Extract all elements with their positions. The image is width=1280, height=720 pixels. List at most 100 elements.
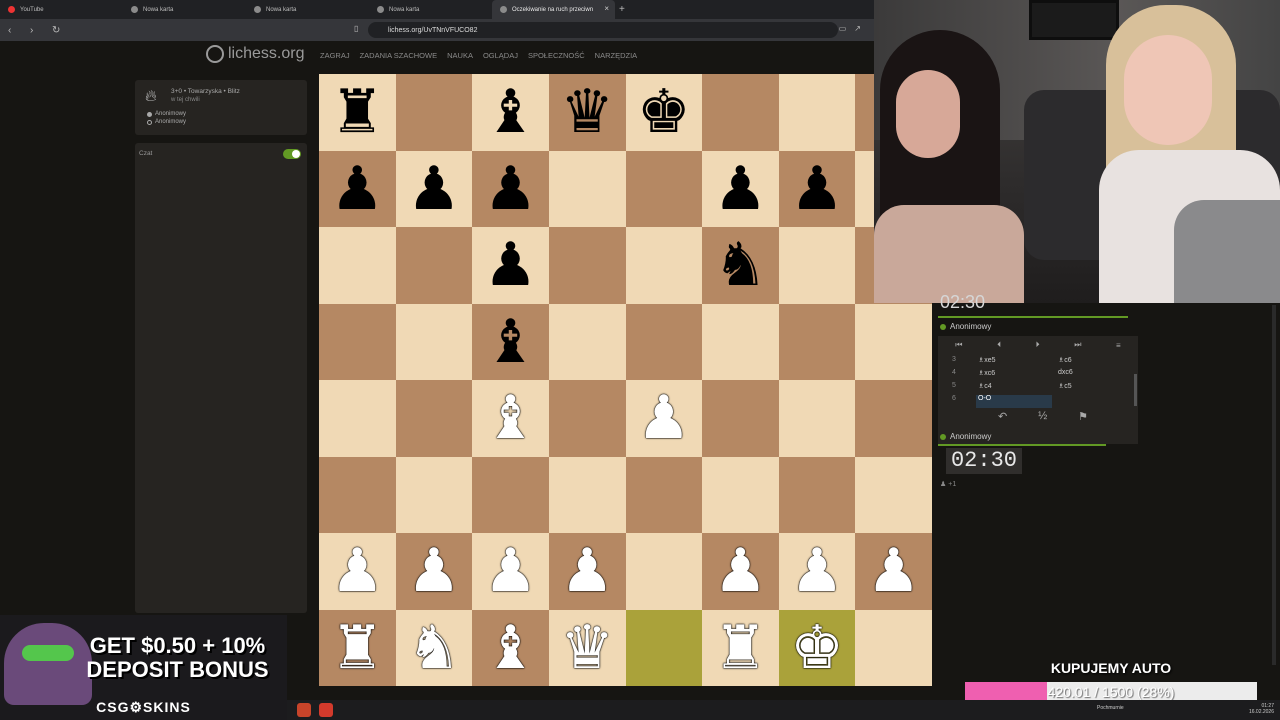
board-square[interactable]: ♝︎ — [472, 380, 549, 457]
board-square[interactable] — [855, 380, 932, 457]
white-pawn-piece[interactable]: ♟︎ — [714, 541, 768, 601]
board-square[interactable]: ♚︎ — [625, 74, 703, 151]
player-white[interactable]: Anonimowy — [147, 111, 186, 117]
board-square[interactable] — [319, 227, 396, 304]
black-pawn-piece[interactable]: ♟︎ — [330, 159, 384, 219]
board-square[interactable] — [625, 150, 703, 227]
board-square[interactable] — [625, 303, 703, 380]
board-square[interactable] — [702, 456, 779, 533]
board-square[interactable] — [395, 456, 473, 533]
prev-move-icon[interactable]: ⏴ — [997, 340, 1001, 350]
board-square[interactable] — [855, 456, 932, 533]
board-square[interactable] — [625, 227, 703, 304]
board-square[interactable] — [778, 303, 856, 380]
board-square[interactable]: ♟︎ — [395, 150, 473, 227]
white-pawn-piece[interactable]: ♟︎ — [637, 388, 691, 448]
board-square[interactable]: ♟︎ — [472, 227, 549, 304]
back-icon[interactable]: ‹ — [8, 25, 22, 36]
menu-play[interactable]: ZAGRAJ — [320, 51, 350, 60]
board-square[interactable]: ♟︎ — [319, 533, 396, 610]
board-square[interactable] — [625, 609, 703, 686]
black-pawn-piece[interactable]: ♟︎ — [790, 159, 844, 219]
board-square[interactable] — [395, 74, 473, 151]
close-tab-icon[interactable]: × — [604, 4, 609, 13]
tab-youtube[interactable]: YouTube — [0, 0, 123, 19]
white-move[interactable]: ♗c4 — [976, 382, 1052, 395]
url-field[interactable]: lichess.org/UvTNnVFUCO82 — [368, 22, 838, 38]
tab-lichess[interactable]: Oczekiwanie na ruch przeciwn × — [492, 0, 615, 19]
black-bishop-piece[interactable]: ♝︎ — [484, 82, 538, 142]
chess-board[interactable]: ♜︎ ♝︎ ♛︎ ♚︎ ♟︎ ♟︎ ♟︎ ♟︎ ♟︎ ♟︎ ♞︎ ♝︎ ♝︎ ♟︎ ♟︎ ♟︎ ♟︎ ♟︎ ♟︎ ♟︎… — [319, 74, 932, 686]
tab-new-3[interactable]: Nowa karta — [369, 0, 492, 19]
move-list-scrollbar[interactable] — [1134, 374, 1137, 406]
white-knight-piece[interactable]: ♞︎ — [407, 618, 461, 678]
board-square[interactable]: ♛︎ — [548, 609, 626, 686]
player-name[interactable]: Anonimowy — [940, 432, 991, 441]
board-square[interactable]: ♞︎ — [702, 227, 779, 304]
board-square[interactable] — [778, 380, 856, 457]
white-pawn-piece[interactable]: ♟︎ — [560, 541, 614, 601]
board-square[interactable] — [702, 303, 779, 380]
black-king-piece[interactable]: ♚︎ — [637, 82, 691, 142]
black-move[interactable]: ♗c5 — [1058, 382, 1072, 390]
next-move-icon[interactable]: ⏵ — [1036, 340, 1040, 350]
black-move[interactable]: dxc6 — [1058, 369, 1073, 376]
white-king-piece[interactable]: ♚︎ — [790, 618, 844, 678]
board-square[interactable]: ♟︎ — [472, 533, 549, 610]
system-clock[interactable]: 01:27 16.02.2026 — [1249, 703, 1274, 715]
white-rook-piece[interactable]: ♜︎ — [330, 618, 384, 678]
board-square[interactable] — [855, 303, 932, 380]
app-icon[interactable] — [297, 703, 311, 717]
menu-tools[interactable]: NARZĘDZIA — [595, 51, 638, 60]
board-square[interactable]: ♜︎ — [319, 609, 396, 686]
bookmark-icon[interactable]: ▯ — [354, 24, 358, 33]
black-pawn-piece[interactable]: ♟︎ — [714, 159, 768, 219]
board-square[interactable] — [625, 456, 703, 533]
black-knight-piece[interactable]: ♞︎ — [714, 235, 768, 295]
tab-new-1[interactable]: Nowa karta — [123, 0, 246, 19]
black-pawn-piece[interactable]: ♟︎ — [407, 159, 461, 219]
board-square[interactable] — [548, 150, 626, 227]
white-move[interactable]: ♗xe5 — [976, 356, 1052, 369]
add-time-button[interactable]: ♟︎ +1 — [940, 480, 956, 488]
toolbar-icons[interactable]: ▭↗ — [839, 24, 869, 33]
site-logo[interactable]: lichess.org — [206, 45, 304, 63]
white-bishop-piece[interactable]: ♝︎ — [484, 618, 538, 678]
white-pawn-piece[interactable]: ♟︎ — [484, 541, 538, 601]
browser-icon[interactable] — [319, 703, 333, 717]
board-square[interactable]: ♟︎ — [395, 533, 473, 610]
takeback-icon[interactable]: ↶ — [998, 410, 1007, 423]
board-square[interactable]: ♚︎ — [778, 609, 856, 686]
reload-icon[interactable]: ↻ — [52, 25, 66, 36]
board-square[interactable]: ♞︎ — [395, 609, 473, 686]
tab-new-2[interactable]: Nowa karta — [246, 0, 369, 19]
board-square[interactable] — [778, 74, 856, 151]
black-pawn-piece[interactable]: ♟︎ — [484, 235, 538, 295]
board-square[interactable]: ♝︎ — [472, 74, 549, 151]
white-move-current[interactable]: O-O — [976, 395, 1052, 408]
black-pawn-piece[interactable]: ♟︎ — [484, 159, 538, 219]
board-square[interactable]: ♟︎ — [855, 533, 932, 610]
player-black[interactable]: Anonimowy — [147, 119, 186, 125]
white-pawn-piece[interactable]: ♟︎ — [330, 541, 384, 601]
black-queen-piece[interactable]: ♛︎ — [560, 82, 614, 142]
board-square[interactable]: ♜︎ — [319, 74, 396, 151]
board-square[interactable]: ♝︎ — [472, 303, 549, 380]
board-square[interactable]: ♟︎ — [778, 533, 856, 610]
board-square[interactable]: ♟︎ — [625, 380, 703, 457]
white-rook-piece[interactable]: ♜︎ — [714, 618, 768, 678]
board-square[interactable]: ♟︎ — [702, 533, 779, 610]
white-pawn-piece[interactable]: ♟︎ — [407, 541, 461, 601]
board-square[interactable] — [548, 456, 626, 533]
board-square[interactable]: ♟︎ — [702, 150, 779, 227]
white-pawn-piece[interactable]: ♟︎ — [790, 541, 844, 601]
new-tab-button[interactable]: + — [619, 4, 625, 15]
board-square[interactable] — [319, 380, 396, 457]
draw-offer-button[interactable]: ½ — [1038, 410, 1047, 423]
page-scrollbar[interactable] — [1272, 305, 1276, 665]
board-square[interactable]: ♟︎ — [319, 150, 396, 227]
white-pawn-piece[interactable]: ♟︎ — [867, 541, 921, 601]
menu-puzzles[interactable]: ZADANIA SZACHOWE — [360, 51, 438, 60]
menu-watch[interactable]: OGLĄDAJ — [483, 51, 518, 60]
board-square[interactable] — [778, 227, 856, 304]
